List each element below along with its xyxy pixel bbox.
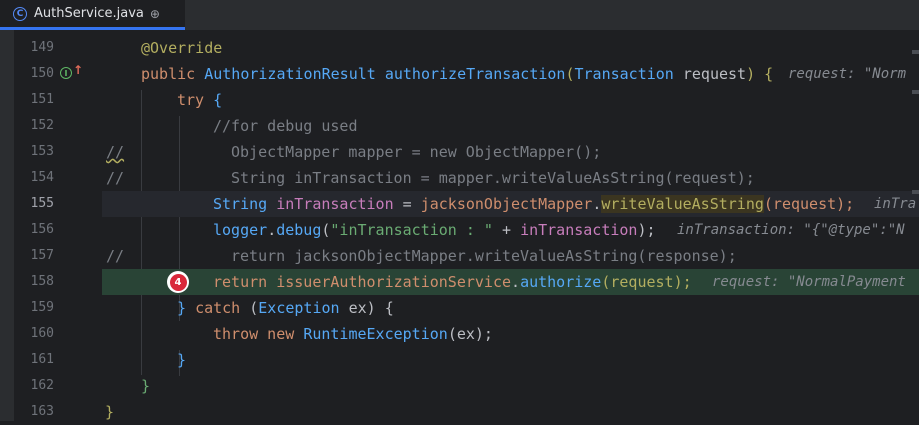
code-text: logger.debug("inTransaction : " + inTran… (213, 221, 656, 239)
scrollbar-marker[interactable] (912, 50, 919, 54)
inline-debug-value: inTransaction: "{"@type":"N (677, 222, 905, 238)
inline-debug-value: inTra (874, 196, 917, 212)
line-number: 161 (30, 352, 54, 367)
breakpoint-icon[interactable]: 4 (167, 271, 189, 293)
pin-icon[interactable]: ⊕ (150, 7, 160, 21)
line-number: 151 (30, 92, 54, 107)
code-comment: String inTransaction = mapper.writeValue… (231, 169, 755, 187)
code-brace: } (105, 403, 115, 421)
code-line-151[interactable]: 151 try { (0, 87, 919, 113)
code-line-163[interactable]: 163 } (0, 399, 919, 425)
code-line-157[interactable]: 157 // return jacksonObjectMapper.writeV… (0, 243, 919, 269)
breakpoint-label: 4 (169, 273, 187, 291)
line-number: 158 (30, 274, 54, 289)
implements-method-icon[interactable]: I (60, 67, 72, 79)
inline-debug-value: request: "Norm (788, 66, 907, 82)
code-line-149[interactable]: 149 @Override (0, 35, 919, 61)
code-line-156[interactable]: 156 logger.debug("inTransaction : " + in… (0, 217, 919, 243)
class-icon: C (13, 6, 27, 21)
code-comment: ObjectMapper mapper = new ObjectMapper()… (231, 143, 602, 161)
code-text: return issuerAuthorizationService.author… (213, 273, 692, 291)
code-line-162[interactable]: 162 } (0, 373, 919, 399)
annotation-override: @Override (141, 39, 223, 57)
line-number: 163 (30, 404, 54, 419)
tab-title: AuthService.java (34, 6, 144, 21)
code-text: String inTransaction = jacksonObjectMapp… (213, 195, 855, 213)
code-brace: } (141, 377, 151, 395)
line-number: 149 (30, 40, 54, 55)
scrollbar-marker[interactable] (912, 90, 919, 94)
line-number: 153 (30, 144, 54, 159)
code-line-150[interactable]: 150 I ↑ public AuthorizationResult autho… (0, 61, 919, 87)
line-number: 156 (30, 222, 54, 237)
go-to-interface-arrow-icon[interactable]: ↑ (73, 63, 83, 77)
line-number: 155 (30, 196, 54, 211)
code-line-159[interactable]: 159 } catch (Exception ex) { (0, 295, 919, 321)
code-line-158[interactable]: 158 4 return issuerAuthorizationService.… (0, 269, 919, 295)
code-line-154[interactable]: 154 // String inTransaction = mapper.wri… (0, 165, 919, 191)
code-comment: //for debug used (213, 117, 358, 135)
comment-marker: // (106, 247, 125, 265)
code-comment: return jacksonObjectMapper.writeValueAsS… (231, 247, 737, 265)
code-brace: } (177, 351, 187, 369)
comment-marker: // (106, 169, 125, 187)
comment-marker: // (106, 143, 125, 161)
line-number: 157 (30, 248, 54, 263)
line-number: 152 (30, 118, 54, 133)
code-text: throw new RuntimeException(ex); (213, 325, 493, 343)
code-line-152[interactable]: 152 //for debug used (0, 113, 919, 139)
inline-debug-value: request: "NormalPayment (712, 274, 906, 290)
line-number: 159 (30, 300, 54, 315)
code-line-155[interactable]: 155 String inTransaction = jacksonObject… (0, 191, 919, 217)
code-line-161[interactable]: 161 } (0, 347, 919, 373)
scrollbar-marker[interactable] (912, 190, 919, 194)
code-line-153[interactable]: 153 // ObjectMapper mapper = new ObjectM… (0, 139, 919, 165)
code-text: } catch (Exception ex) { (177, 299, 394, 317)
tab-authservice-java[interactable]: C AuthService.java ⊕ (0, 0, 185, 30)
editor-tab-bar: C AuthService.java ⊕ (0, 0, 919, 30)
line-number: 162 (30, 378, 54, 393)
line-number: 160 (30, 326, 54, 341)
line-number: 154 (30, 170, 54, 185)
line-number: 150 (30, 66, 54, 81)
code-text: public AuthorizationResult authorizeTran… (141, 65, 774, 83)
code-editor[interactable]: 149 @Override 150 I ↑ public Authorizati… (0, 30, 919, 421)
code-line-160[interactable]: 160 throw new RuntimeException(ex); (0, 321, 919, 347)
code-text: try { (177, 91, 223, 109)
